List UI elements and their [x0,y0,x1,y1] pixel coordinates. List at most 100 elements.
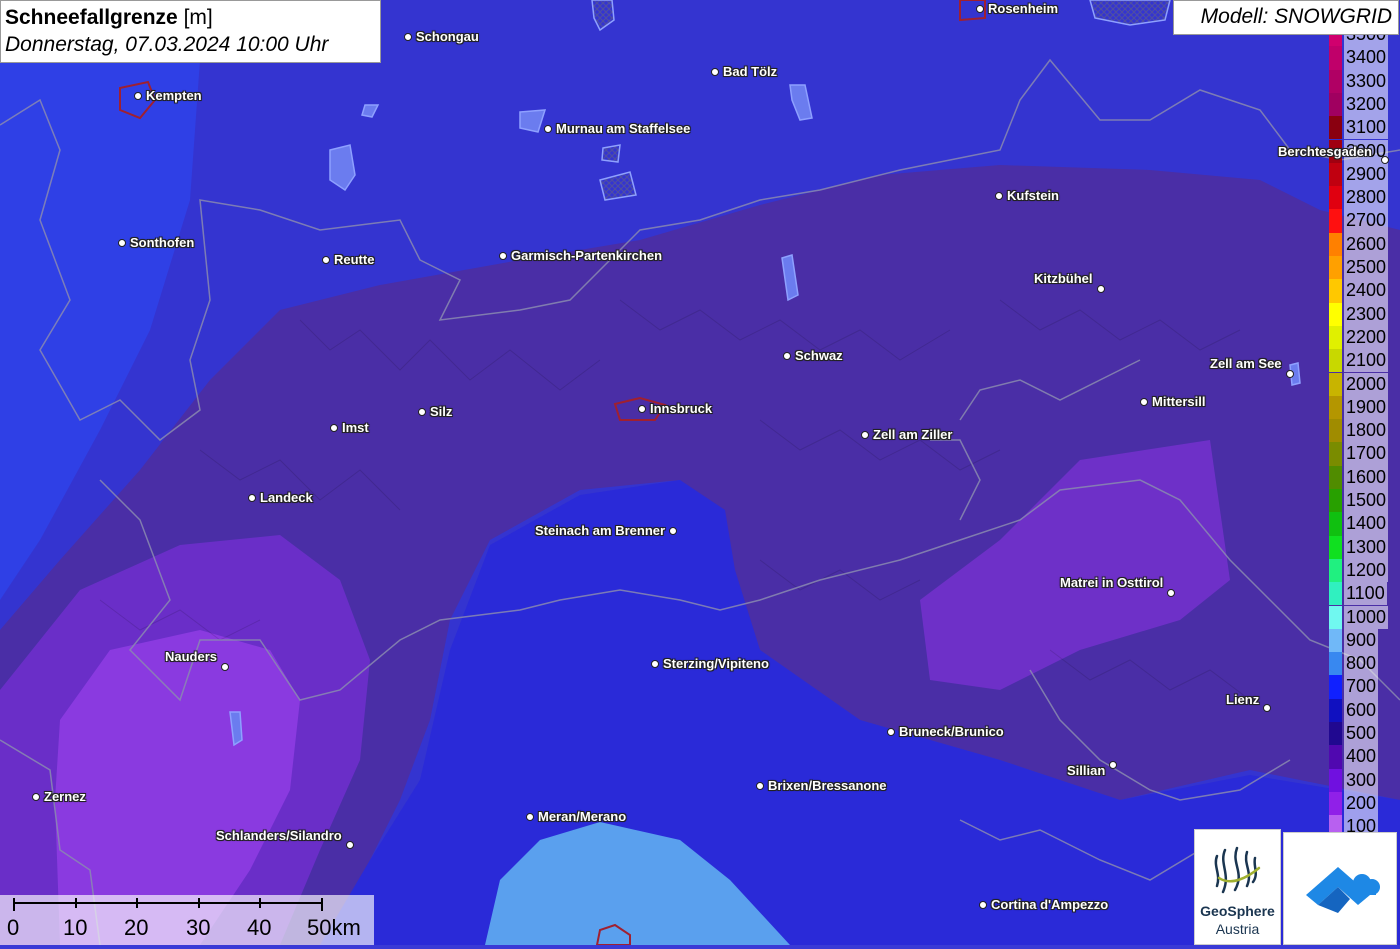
geosphere-name: GeoSphere [1200,903,1275,919]
legend-item-900: 900 [1328,628,1400,653]
legend-label: 1700 [1344,442,1389,466]
legend-label: 800 [1344,652,1379,676]
legend-item-2300: 2300 [1328,302,1400,326]
scale-label-0: 0 [7,915,20,940]
city-dot-zell-am-ziller [861,431,869,439]
legend-swatch [1329,35,1342,47]
legend-swatch [1329,232,1342,256]
legend-item-3300: 3300 [1328,69,1400,93]
city-dot-berchtesgaden [1381,156,1389,164]
city-dot-garmisch-partenkirchen [499,252,507,260]
title-box: Schneefallgrenze [m] Donnerstag, 07.03.2… [0,0,381,63]
weather-app-logo[interactable] [1283,832,1397,945]
legend-swatch [1329,279,1342,303]
city-label-lienz: Lienz [1226,692,1260,707]
city-dot-sterzing-vipiteno [651,660,659,668]
city-label-steinach-am-brenner: Steinach am Brenner [535,523,666,538]
snowfall-limit-map[interactable] [0,0,1400,945]
legend-item-1900: 1900 [1328,395,1400,420]
legend-label: 500 [1344,722,1379,746]
scale-bar: 0 10 20 30 40 50km [0,895,374,945]
cloud-arrow-icon [1306,867,1380,913]
legend-label: 2100 [1344,349,1389,373]
legend-item-2700: 2700 [1328,209,1400,233]
legend-label: 1400 [1344,512,1389,536]
city-dot-schwaz [783,352,791,360]
legend-label: 2000 [1344,372,1389,396]
legend-label: 2300 [1344,302,1389,326]
legend-item-1700: 1700 [1328,442,1400,466]
legend-swatch [1329,745,1342,769]
legend-item-1500: 1500 [1328,489,1400,513]
geosphere-emblem-icon [1214,846,1261,894]
city-label-reutte: Reutte [334,252,375,267]
geosphere-logo[interactable]: GeoSphere Austria [1194,829,1281,945]
legend-item-300: 300 [1328,768,1400,792]
city-dot-matrei-in-osttirol [1167,589,1175,597]
legend-item-2000: 2000 [1328,372,1400,396]
map-title: Schneefallgrenze [m] [5,4,376,31]
legend-item-2100: 2100 [1328,349,1400,373]
legend-item-2600: 2600 [1328,232,1400,256]
city-label-kitzb-hel: Kitzbühel [1034,271,1093,286]
legend-label: 3300 [1344,69,1389,93]
city-dot-schlanders-silandro [346,841,354,849]
legend-swatch [1329,652,1342,676]
legend-swatch [1329,186,1342,210]
legend-item-2400: 2400 [1328,279,1400,303]
city-dot-cortina-d-ampezzo [979,901,987,909]
legend-label: 200 [1344,791,1379,816]
city-dot-steinach-am-brenner [669,527,677,535]
city-label-berchtesgaden: Berchtesgaden [1278,144,1372,159]
legend-label: 2800 [1344,186,1389,210]
map-title-unit: [m] [183,6,213,29]
city-dot-murnau-am-staffelsee [544,125,552,133]
legend-item-3100: 3100 [1328,116,1400,140]
legend-item-200: 200 [1328,791,1400,816]
legend-item-2900: 2900 [1328,162,1400,187]
scale-label-20: 20 [124,915,149,940]
legend-label: 1100 [1344,582,1387,606]
city-dot-kufstein [995,192,1003,200]
legend-label: 300 [1344,768,1379,792]
legend-swatch [1329,92,1342,117]
city-label-mittersill: Mittersill [1152,394,1206,409]
city-label-bad-t-lz: Bad Tölz [723,64,778,79]
legend-item-2500: 2500 [1328,256,1400,280]
legend-label: 3100 [1344,116,1389,140]
legend-item-1000: 1000 [1328,605,1400,629]
legend-label: 3200 [1344,92,1389,117]
city-label-garmisch-partenkirchen: Garmisch-Partenkirchen [511,248,663,263]
city-dot-lienz [1263,704,1271,712]
legend-swatch [1329,768,1342,792]
legend-label: 1500 [1344,489,1389,513]
legend-item-1800: 1800 [1328,419,1400,443]
city-label-schwaz: Schwaz [795,348,843,363]
city-dot-meran-merano [526,813,534,821]
legend-label: 3500 [1344,35,1389,47]
legend-item-700: 700 [1328,675,1400,699]
city-label-murnau-am-staffelsee: Murnau am Staffelsee [556,121,691,136]
scale-label-10: 10 [63,915,88,940]
legend-label: 1000 [1344,605,1389,629]
legend-label: 2200 [1344,325,1389,350]
city-dot-kempten [134,92,142,100]
legend-swatch [1329,489,1342,513]
city-dot-nauders [221,663,229,671]
legend-swatch [1329,209,1342,233]
city-dot-brixen-bressanone [756,782,764,790]
legend-label: 2400 [1344,279,1389,303]
legend-label: 2500 [1344,256,1389,280]
city-dot-bruneck-brunico [887,728,895,736]
city-label-matrei-in-osttirol: Matrei in Osttirol [1060,575,1164,590]
legend-item-1600: 1600 [1328,465,1400,489]
city-label-zell-am-ziller: Zell am Ziller [873,427,953,442]
legend-swatch [1329,558,1342,583]
legend-swatch [1329,116,1342,140]
legend-swatch [1329,512,1342,536]
scale-label-30: 30 [186,915,211,940]
legend-swatch [1329,465,1342,489]
legend-item-3500: 3500 [1328,35,1400,47]
city-label-sonthofen: Sonthofen [130,235,195,250]
legend-swatch [1329,419,1342,443]
